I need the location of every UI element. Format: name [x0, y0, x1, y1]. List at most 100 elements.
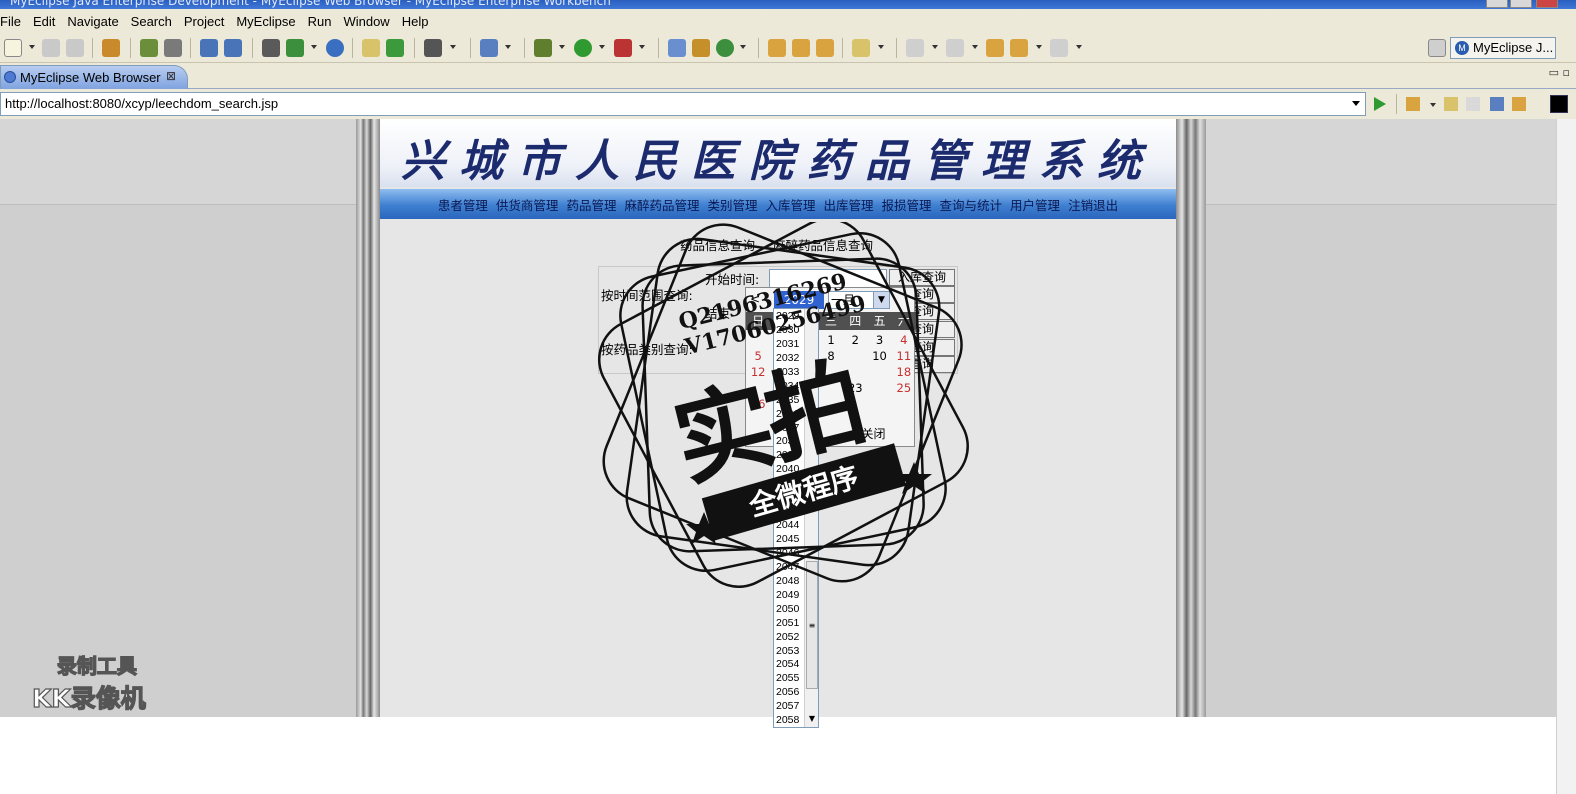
calendar-day-cell[interactable]: 18 [892, 364, 916, 380]
favorites-icon[interactable] [1406, 97, 1420, 111]
tab-web-browser[interactable]: MyEclipse Web Browser ⊠ [0, 65, 188, 89]
menu-file[interactable]: File [0, 14, 27, 29]
calendar-close-button[interactable]: 关闭 [861, 424, 885, 444]
forward-icon[interactable] [1050, 39, 1068, 57]
menu-edit[interactable]: Edit [27, 14, 61, 29]
calendar-day-cell[interactable]: 1 [819, 332, 843, 348]
calendar-day-cell[interactable]: 3 [867, 332, 891, 348]
calendar-day-cell[interactable]: 10 [867, 348, 891, 364]
open-perspective-icon[interactable] [1428, 39, 1446, 57]
menu-run[interactable]: Run [302, 14, 338, 29]
open-folder-icon[interactable] [362, 39, 380, 57]
stop-icon[interactable] [1490, 97, 1504, 111]
folder-icon[interactable] [852, 39, 870, 57]
chevron-down-icon[interactable] [29, 45, 35, 49]
calendar-day-cell[interactable]: 25 [892, 380, 916, 396]
nav-loss[interactable]: 报损管理 [878, 195, 936, 214]
calendar-day-cell[interactable]: 8 [819, 348, 843, 364]
subtab-medicine-query[interactable]: 药品信息查询 [680, 238, 755, 253]
nav-stock-in[interactable]: 入库管理 [761, 195, 819, 214]
camera-icon[interactable] [424, 39, 442, 57]
chevron-down-icon[interactable] [1430, 103, 1436, 107]
back-icon[interactable] [1010, 39, 1028, 57]
chevron-down-icon[interactable] [932, 45, 938, 49]
wizard-icon[interactable] [200, 39, 218, 57]
menu-window[interactable]: Window [337, 14, 395, 29]
save-icon[interactable] [42, 39, 60, 57]
calendar-prev-button[interactable]: < [750, 292, 760, 306]
chevron-down-icon[interactable] [639, 45, 645, 49]
calendar-day-cell[interactable]: 12 [746, 364, 770, 380]
search-task-icon[interactable] [692, 39, 710, 57]
deploy-icon[interactable] [262, 39, 280, 57]
chevron-down-icon[interactable] [311, 45, 317, 49]
close-window-button[interactable] [1536, 0, 1558, 8]
new-class-icon[interactable] [480, 39, 498, 57]
calendar-day-cell[interactable]: 4 [892, 332, 916, 348]
console-icon[interactable] [1550, 95, 1568, 113]
database-icon[interactable] [164, 39, 182, 57]
external-tools-icon[interactable] [614, 39, 632, 57]
nav-query-stats[interactable]: 查询与统计 [936, 195, 1007, 214]
nav-category[interactable]: 类别管理 [703, 195, 761, 214]
stock-in-query-button[interactable]: 入库查询 [889, 269, 955, 286]
calendar-day-cell[interactable]: 11 [892, 348, 916, 364]
calendar-year-select[interactable]: 2029 [774, 291, 824, 309]
minimize-button[interactable] [1486, 0, 1508, 8]
run-icon[interactable] [574, 39, 592, 57]
chevron-down-icon[interactable] [450, 45, 456, 49]
globe-icon[interactable] [326, 39, 344, 57]
scroll-down-icon[interactable]: ▼ [806, 714, 818, 726]
chevron-down-icon[interactable] [505, 45, 511, 49]
nav-patient[interactable]: 患者管理 [434, 195, 492, 214]
subtab-narcotic-query[interactable]: 麻醉药品信息查询 [773, 238, 873, 253]
chevron-down-icon[interactable]: ▼ [873, 292, 889, 308]
perspective-switcher[interactable]: M MyEclipse J... [1450, 37, 1556, 59]
chevron-down-icon[interactable] [599, 45, 605, 49]
url-input[interactable]: http://localhost:8080/xcyp/leechdom_sear… [0, 92, 1366, 116]
minimize-maximize-icon[interactable]: ▭ ▫ [1549, 66, 1570, 79]
chevron-down-icon[interactable] [1036, 45, 1042, 49]
pin-icon[interactable] [792, 39, 810, 57]
nav-stock-out[interactable]: 出库管理 [820, 195, 878, 214]
year-list-scrollbar[interactable]: ≡ ▼ [804, 309, 818, 727]
calendar-month-select[interactable]: 一月 ▼ [828, 291, 890, 309]
start-time-input[interactable] [769, 269, 887, 289]
calendar-day-cell[interactable]: 5 [746, 348, 770, 364]
year-dropdown-list[interactable]: 2029 2030 2031 2032 2033 2034 2035 2036 2037 2038… [773, 308, 819, 728]
next-annotation-icon[interactable] [906, 39, 924, 57]
nav-medicine[interactable]: 药品管理 [562, 195, 620, 214]
magic-icon[interactable] [224, 39, 242, 57]
scrollbar-thumb[interactable]: ≡ [806, 561, 818, 689]
nav-logout[interactable]: 注销退出 [1064, 195, 1122, 214]
browser-forward-icon[interactable] [1466, 97, 1480, 111]
refresh-icon[interactable] [716, 39, 734, 57]
menu-navigate[interactable]: Navigate [61, 14, 124, 29]
close-tab-icon[interactable]: ⊠ [166, 69, 176, 83]
edit-icon[interactable] [816, 39, 834, 57]
reload-icon[interactable] [1512, 97, 1526, 111]
calendar-day-cell[interactable]: 2 [843, 332, 867, 348]
menu-myeclipse[interactable]: MyEclipse [230, 14, 301, 29]
open-type-icon[interactable] [668, 39, 686, 57]
bug-icon[interactable] [140, 39, 158, 57]
print-icon[interactable] [66, 39, 84, 57]
maximize-button[interactable] [1510, 0, 1532, 8]
browser-back-icon[interactable] [1444, 97, 1458, 111]
server-icon[interactable] [286, 39, 304, 57]
run-app-icon[interactable] [386, 39, 404, 57]
last-edit-icon[interactable] [986, 39, 1004, 57]
menu-help[interactable]: Help [396, 14, 435, 29]
browser-vertical-scrollbar[interactable] [1556, 119, 1576, 794]
debug-icon[interactable] [534, 39, 552, 57]
chevron-down-icon[interactable] [1076, 45, 1082, 49]
calendar-day-cell[interactable]: 23 [843, 380, 867, 396]
nav-users[interactable]: 用户管理 [1006, 195, 1064, 214]
menu-project[interactable]: Project [178, 14, 230, 29]
url-history-dropdown-icon[interactable] [1352, 101, 1360, 106]
nav-supplier[interactable]: 供货商管理 [492, 195, 563, 214]
nav-narcotic[interactable]: 麻醉药品管理 [620, 195, 703, 214]
menu-search[interactable]: Search [125, 14, 178, 29]
go-icon[interactable] [1374, 97, 1386, 111]
new-icon[interactable] [4, 39, 22, 57]
